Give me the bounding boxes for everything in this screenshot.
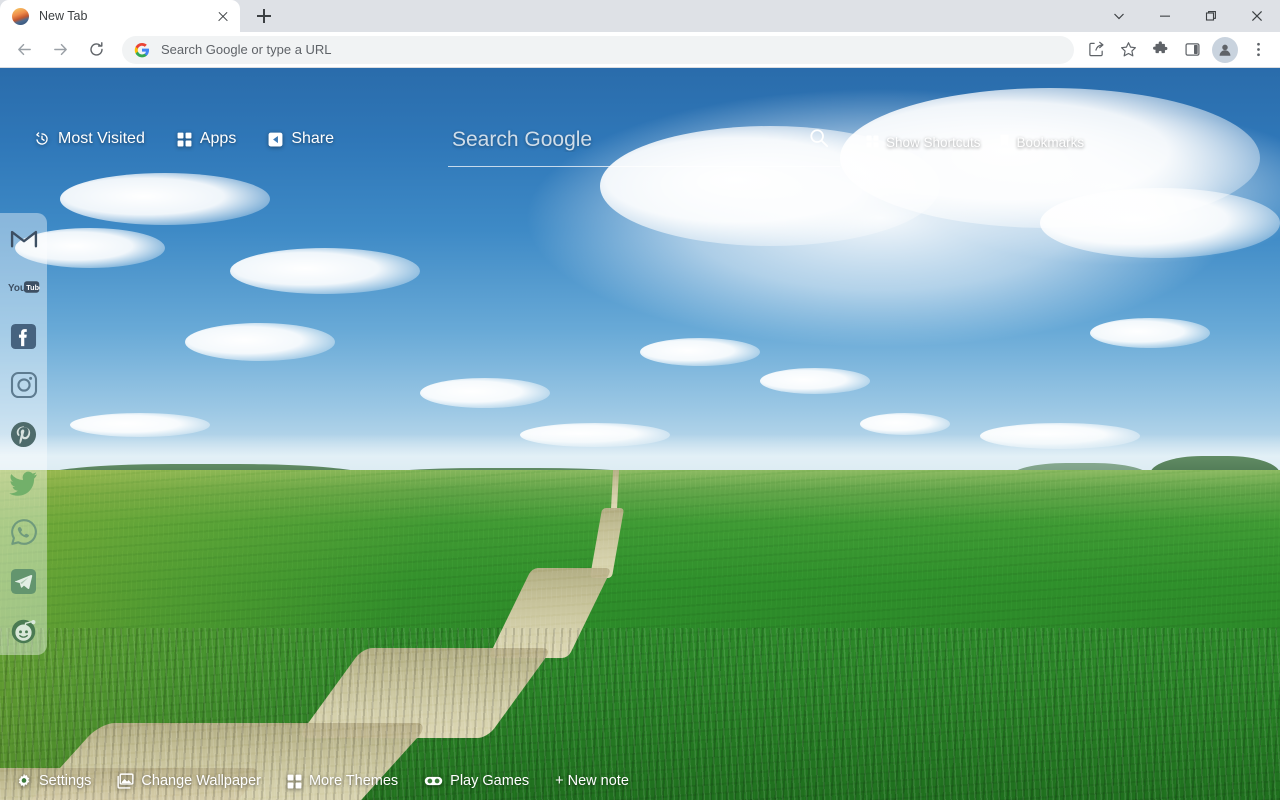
reddit-icon[interactable] <box>8 614 40 646</box>
images-icon <box>117 773 134 789</box>
play-games-button[interactable]: Play Games <box>424 773 529 789</box>
share-label: Share <box>291 130 335 147</box>
bookmarks-link[interactable]: Bookmarks <box>999 134 1085 151</box>
new-note-label: + New note <box>555 773 629 789</box>
show-shortcuts-label: Show Shortcuts <box>886 135 981 150</box>
history-icon <box>34 131 50 147</box>
minimize-button[interactable] <box>1142 0 1188 32</box>
newtab-bottom-bar: Settings Change Wallpaper More Themes Pl… <box>0 762 1280 800</box>
telegram-icon[interactable] <box>8 565 40 597</box>
browser-toolbar: Search Google or type a URL <box>0 32 1280 68</box>
more-themes-button[interactable]: More Themes <box>287 773 398 789</box>
forward-button[interactable] <box>45 35 75 65</box>
address-bar-placeholder: Search Google or type a URL <box>161 42 332 57</box>
close-icon[interactable] <box>214 7 232 25</box>
back-button[interactable] <box>9 35 39 65</box>
share-link[interactable]: Share <box>268 130 334 148</box>
grid-icon <box>177 132 192 147</box>
change-wallpaper-label: Change Wallpaper <box>141 773 261 789</box>
gmail-icon[interactable] <box>8 222 40 254</box>
browser-window: New Tab Search Google or type a URL Most… <box>0 0 1280 800</box>
most-visited-label: Most Visited <box>58 130 145 147</box>
newtab-right-links: Show Shortcuts Bookmarks <box>866 134 1084 151</box>
maximize-button[interactable] <box>1188 0 1234 32</box>
bookmark-icon <box>999 134 1010 151</box>
instagram-icon[interactable] <box>8 369 40 401</box>
twitter-icon[interactable] <box>8 467 40 499</box>
new-tab-button[interactable] <box>250 2 278 30</box>
svg-text:Tube: Tube <box>26 283 40 292</box>
close-window-button[interactable] <box>1234 0 1280 32</box>
gamepad-icon <box>424 774 443 788</box>
google-g-icon <box>134 42 150 58</box>
facebook-icon[interactable] <box>8 320 40 352</box>
landscape-favicon-icon <box>12 7 29 25</box>
tab-search-button[interactable] <box>1096 0 1142 32</box>
reload-button[interactable] <box>81 35 111 65</box>
pinterest-icon[interactable] <box>8 418 40 450</box>
youtube-icon[interactable]: You Tube <box>8 271 40 303</box>
gear-icon <box>16 773 32 789</box>
whatsapp-icon[interactable] <box>8 516 40 548</box>
svg-text:You: You <box>8 283 26 294</box>
kebab-menu-icon[interactable] <box>1244 36 1272 64</box>
new-tab-page: Most Visited Apps Share Search Google Sh… <box>0 68 1280 800</box>
show-shortcuts-link[interactable]: Show Shortcuts <box>866 134 981 151</box>
search-underline <box>448 165 840 167</box>
search-input[interactable] <box>448 118 840 162</box>
puzzle-icon[interactable] <box>1146 36 1174 64</box>
address-bar[interactable]: Search Google or type a URL <box>122 35 1074 64</box>
search-icon[interactable] <box>804 123 834 153</box>
new-note-button[interactable]: + New note <box>555 773 629 789</box>
share-icon <box>268 132 283 147</box>
newtab-search <box>448 118 840 170</box>
side-panel-icon[interactable] <box>1178 36 1206 64</box>
play-games-label: Play Games <box>450 773 530 789</box>
share-icon[interactable] <box>1082 36 1110 64</box>
settings-button[interactable]: Settings <box>16 773 91 789</box>
grid-icon <box>287 774 302 789</box>
settings-label: Settings <box>39 773 92 789</box>
most-visited-link[interactable]: Most Visited <box>34 130 145 148</box>
newtab-top-links: Most Visited Apps Share <box>34 130 334 148</box>
grid-icon <box>866 134 879 151</box>
bookmarks-label: Bookmarks <box>1016 135 1085 150</box>
change-wallpaper-button[interactable]: Change Wallpaper <box>117 773 261 789</box>
star-icon[interactable] <box>1114 36 1142 64</box>
apps-label: Apps <box>199 130 237 147</box>
person-icon[interactable] <box>1212 36 1238 63</box>
more-themes-label: More Themes <box>308 773 399 789</box>
window-controls <box>1096 0 1280 32</box>
tab-new-tab[interactable]: New Tab <box>0 0 240 32</box>
apps-link[interactable]: Apps <box>177 130 236 148</box>
tab-strip: New Tab <box>0 0 1280 32</box>
social-shortcut-rail: You Tube <box>0 213 47 655</box>
tab-title: New Tab <box>39 9 88 23</box>
